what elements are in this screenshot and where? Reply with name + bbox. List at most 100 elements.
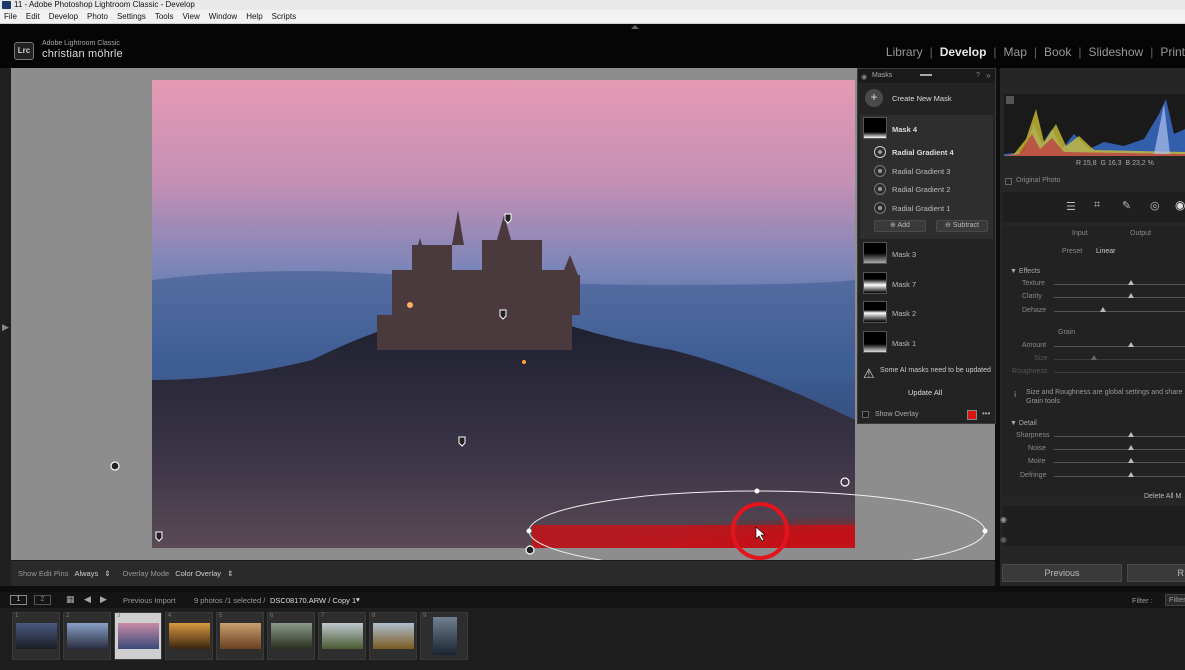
add-button[interactable]: ⊕ Add: [874, 220, 926, 232]
forward-arrow-icon[interactable]: ▶: [100, 594, 107, 605]
menu-develop[interactable]: Develop: [49, 12, 78, 21]
panel-grip[interactable]: [920, 74, 932, 76]
mask-thumbnail[interactable]: [863, 117, 887, 139]
defringe-slider[interactable]: [1054, 476, 1185, 477]
mask-thumbnail[interactable]: [863, 242, 887, 264]
create-new-mask-button[interactable]: Create New Mask: [892, 94, 952, 103]
back-arrow-icon[interactable]: ◀: [84, 594, 91, 605]
menu-view[interactable]: View: [183, 12, 200, 21]
menu-help[interactable]: Help: [246, 12, 262, 21]
menu-edit[interactable]: Edit: [26, 12, 40, 21]
defringe-slider-knob[interactable]: [1128, 472, 1134, 477]
mask-1[interactable]: Mask 1: [892, 339, 916, 348]
menu-tools[interactable]: Tools: [155, 12, 174, 21]
mask-3[interactable]: Mask 3: [892, 250, 916, 259]
effects-section-toggle[interactable]: ▼ Effects: [1010, 268, 1040, 275]
edit-pins-select[interactable]: Always: [74, 569, 98, 578]
filmstrip-thumbnail[interactable]: 6: [267, 612, 315, 660]
ai-masks-warning: Some AI masks need to be updated: [880, 367, 991, 374]
menu-scripts[interactable]: Scripts: [272, 12, 296, 21]
mask-thumbnail[interactable]: [863, 272, 887, 294]
visibility-eye-icon[interactable]: ◉: [1000, 515, 1007, 524]
delete-all-masks-button[interactable]: Delete All M: [1144, 493, 1181, 500]
collapse-top-panel-icon[interactable]: [631, 25, 639, 29]
size-slider-knob: [1091, 355, 1097, 360]
amount-slider[interactable]: [1054, 346, 1185, 347]
texture-slider-knob[interactable]: [1128, 280, 1134, 285]
overlay-mode-select[interactable]: Color Overlay: [175, 569, 221, 578]
filmstrip-thumbnail[interactable]: 9: [420, 612, 468, 660]
menu-file[interactable]: File: [4, 12, 17, 21]
menu-window[interactable]: Window: [209, 12, 237, 21]
more-options-icon[interactable]: •••: [982, 409, 990, 418]
red-eye-icon[interactable]: ◎: [1150, 199, 1160, 212]
select-arrow-icon: ⇕: [227, 569, 234, 578]
mask-thumbnail[interactable]: [863, 301, 887, 323]
filmstrip-thumbnail[interactable]: 8: [369, 612, 417, 660]
edit-sliders-icon[interactable]: ☰: [1066, 200, 1076, 213]
dehaze-slider[interactable]: [1054, 311, 1185, 312]
sharpness-slider[interactable]: [1054, 436, 1185, 437]
healing-icon[interactable]: ✎: [1122, 199, 1131, 212]
current-file-name[interactable]: DSC08170.ARW / Copy 1: [270, 596, 356, 605]
module-map[interactable]: Map: [1004, 45, 1027, 59]
noise-slider[interactable]: [1054, 449, 1185, 450]
menu-photo[interactable]: Photo: [87, 12, 108, 21]
primary-window-button[interactable]: 1: [10, 595, 27, 605]
clarity-slider-knob[interactable]: [1128, 293, 1134, 298]
component-radial-gradient-3[interactable]: Radial Gradient 3: [892, 167, 950, 176]
secondary-window-button[interactable]: 2: [34, 595, 51, 605]
histogram[interactable]: [1004, 94, 1185, 156]
component-radial-gradient-1[interactable]: Radial Gradient 1: [892, 204, 950, 213]
collapse-icon[interactable]: »: [986, 71, 990, 80]
module-book[interactable]: Book: [1044, 45, 1071, 59]
mask-2[interactable]: Mask 2: [892, 309, 916, 318]
moire-slider[interactable]: [1054, 462, 1185, 463]
amount-slider-knob[interactable]: [1128, 342, 1134, 347]
visibility-eye-icon[interactable]: ◉: [1000, 535, 1007, 544]
mask-4[interactable]: Mask 4: [892, 125, 917, 134]
filmstrip-thumbnail[interactable]: 5: [216, 612, 264, 660]
edit-pin: [458, 436, 466, 447]
clipping-indicator-icon[interactable]: [1006, 96, 1014, 104]
detail-section-toggle[interactable]: ▼ Detail: [1010, 420, 1037, 427]
expand-left-panel-icon[interactable]: ▶: [2, 322, 9, 333]
dehaze-slider-knob[interactable]: [1100, 307, 1106, 312]
preset-select[interactable]: Linear: [1096, 248, 1115, 255]
filmstrip-thumbnail[interactable]: 2: [63, 612, 111, 660]
masking-icon[interactable]: ◉: [1175, 198, 1185, 212]
filter-select[interactable]: Filter: [1165, 594, 1185, 606]
filmstrip-thumbnail[interactable]: 4: [165, 612, 213, 660]
mask-7[interactable]: Mask 7: [892, 280, 916, 289]
noise-slider-knob[interactable]: [1128, 445, 1134, 450]
component-radial-gradient-4[interactable]: Radial Gradient 4: [892, 148, 954, 157]
crop-icon[interactable]: ⌗: [1094, 199, 1100, 212]
filmstrip-thumbnail[interactable]: 7: [318, 612, 366, 660]
filmstrip-thumbnail[interactable]: 3: [114, 612, 162, 660]
component-radial-gradient-2[interactable]: Radial Gradient 2: [892, 185, 950, 194]
sharpness-slider-knob[interactable]: [1128, 432, 1134, 437]
reset-button[interactable]: R: [1127, 564, 1185, 582]
update-all-button[interactable]: Update All: [908, 388, 942, 397]
subtract-button[interactable]: ⊖ Subtract: [936, 220, 988, 232]
texture-slider[interactable]: [1054, 284, 1185, 285]
eye-icon[interactable]: ◉: [861, 73, 867, 81]
overlay-color-swatch[interactable]: [967, 410, 977, 420]
module-slideshow[interactable]: Slideshow: [1088, 45, 1143, 59]
module-print[interactable]: Print: [1160, 45, 1185, 59]
filmstrip-thumbnail[interactable]: 1: [12, 612, 60, 660]
clarity-slider[interactable]: [1054, 297, 1185, 298]
help-icon[interactable]: ?: [976, 72, 980, 79]
original-photo-checkbox[interactable]: [1005, 178, 1012, 185]
grid-view-icon[interactable]: ▦: [66, 594, 75, 605]
menu-settings[interactable]: Settings: [117, 12, 146, 21]
show-overlay-checkbox[interactable]: [862, 411, 869, 418]
mask-thumbnail[interactable]: [863, 331, 887, 353]
previous-button[interactable]: Previous: [1002, 564, 1122, 582]
module-library[interactable]: Library: [886, 45, 923, 59]
module-develop[interactable]: Develop: [940, 45, 987, 59]
moire-slider-knob[interactable]: [1128, 458, 1134, 463]
file-menu-arrow-icon[interactable]: ▾: [356, 595, 360, 604]
create-new-mask-plus-icon[interactable]: +: [865, 89, 883, 107]
filmstrip-source[interactable]: Previous Import: [123, 596, 176, 605]
